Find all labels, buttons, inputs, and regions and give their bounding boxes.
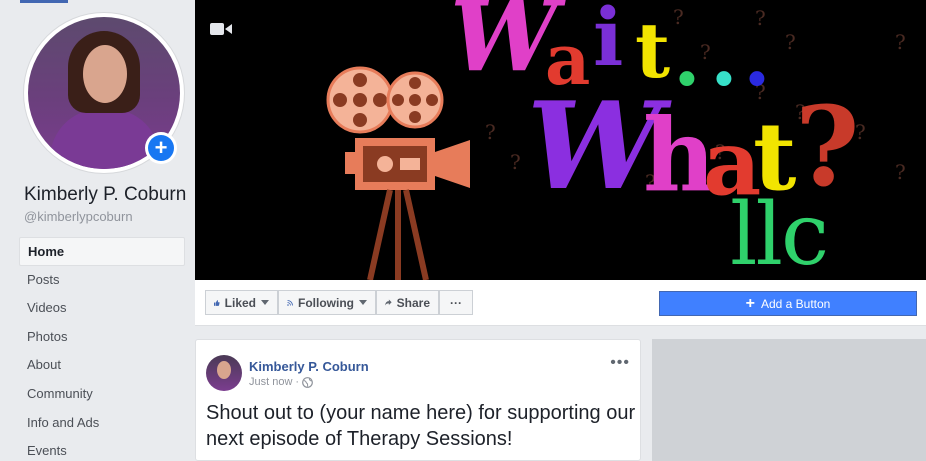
page-nav: Home Posts Videos Photos About Community…	[19, 237, 185, 461]
meta-separator: ·	[295, 376, 300, 388]
add-button-label: Add a Button	[760, 296, 831, 311]
add-photo-button[interactable]: +	[145, 132, 177, 164]
cover-letter: .	[710, 10, 738, 104]
cover-letter: .	[673, 10, 701, 104]
liked-label: Liked	[224, 295, 256, 310]
chevron-down-icon	[261, 300, 269, 305]
nav-item-info-and-ads[interactable]: Info and Ads	[19, 409, 185, 438]
post-text: Shout out to (your name here) for suppor…	[206, 402, 636, 450]
add-a-button[interactable]: + Add a Button	[659, 291, 917, 316]
more-options-button[interactable]: ···	[439, 290, 473, 315]
post-avatar[interactable]	[206, 355, 242, 391]
liked-button[interactable]: Liked	[205, 290, 278, 315]
cover-llc: llc	[730, 185, 829, 280]
following-button[interactable]: Following	[278, 290, 376, 315]
nav-item-community[interactable]: Community	[19, 380, 185, 409]
film-projector-icon	[326, 66, 470, 280]
following-label: Following	[298, 295, 354, 310]
post-author[interactable]: Kimberly P. Coburn	[249, 359, 369, 374]
nav-item-photos[interactable]: Photos	[19, 323, 185, 352]
post-timestamp[interactable]: Just now	[249, 376, 292, 388]
nav-item-events[interactable]: Events	[19, 437, 185, 461]
page-handle[interactable]: @kimberlypcoburn	[24, 209, 133, 224]
plus-icon: +	[148, 135, 174, 161]
page-action-bar: Liked Following Share ··· + Add a Button	[195, 280, 926, 326]
plus-icon: +	[745, 294, 755, 312]
video-camera-icon[interactable]	[210, 22, 232, 36]
nav-item-home[interactable]: Home	[19, 237, 185, 266]
nav-item-posts[interactable]: Posts	[19, 266, 185, 295]
share-label: Share	[396, 295, 430, 310]
left-column: + Kimberly P. Coburn @kimberlypcoburn Ho…	[0, 0, 195, 461]
post-options-button[interactable]: •••	[610, 354, 630, 372]
share-arrow-icon	[385, 299, 392, 306]
cover-letter: i	[593, 0, 624, 84]
cover-letter: .	[743, 10, 771, 104]
globe-icon[interactable]	[302, 376, 313, 388]
nav-item-videos[interactable]: Videos	[19, 294, 185, 323]
thumbs-up-icon	[214, 299, 220, 306]
more-icon: ···	[450, 295, 462, 310]
cover-photo[interactable]: ? ? ? ? ? ? ? ? ? ? ? ? ? ? W a i t . . …	[195, 0, 926, 280]
page-name[interactable]: Kimberly P. Coburn	[24, 184, 186, 206]
post-card: Kimberly P. Coburn Just now · ••• Shout …	[195, 339, 641, 461]
cover-letter: W	[527, 76, 662, 217]
rss-feed-icon	[287, 299, 293, 306]
right-column-placeholder	[652, 339, 926, 461]
nav-item-about[interactable]: About	[19, 351, 185, 380]
post-meta: Just now ·	[249, 376, 313, 388]
share-button[interactable]: Share	[376, 290, 439, 315]
chevron-down-icon	[359, 300, 367, 305]
